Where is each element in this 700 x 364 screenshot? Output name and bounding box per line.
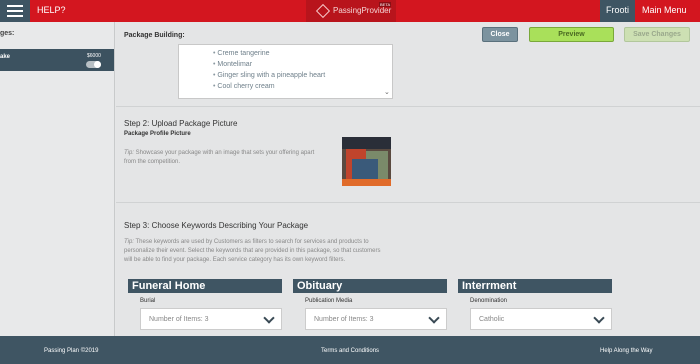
footer-copyright: Passing Plan ©2019 [44, 348, 99, 354]
list-item[interactable]: Ginger sling with a pineapple heart [213, 70, 392, 81]
footer: Passing Plan ©2019 Terms and Conditions … [0, 336, 700, 364]
preview-button[interactable]: Preview [529, 27, 614, 42]
step3-heading: Step 3: Choose Keywords Describing Your … [124, 221, 309, 230]
chevron-down-icon [428, 312, 440, 324]
tip-text: from the competition. [124, 159, 181, 165]
divider [116, 202, 700, 203]
save-changes-button[interactable]: Save Changes [624, 27, 690, 42]
select-value: Number of Items: 3 [149, 316, 209, 323]
field-label-burial: Burial [140, 298, 156, 304]
burial-select[interactable]: Number of Items: 3 [140, 308, 282, 330]
step3-tip: Tip: These keywords are used by Customer… [124, 238, 380, 265]
logo[interactable]: PassingProvider BETA [306, 0, 396, 22]
help-link[interactable]: HELP? [37, 5, 66, 15]
step2-subheading: Package Profile Picture [124, 131, 191, 137]
top-bar: HELP? PassingProvider BETA Frooti Main M… [0, 0, 700, 22]
chevron-down-icon [593, 312, 605, 324]
page-title: Package Building: [124, 32, 185, 39]
category-obituary: Obituary [293, 279, 447, 293]
tip-text: personalize their event. Select the keyw… [124, 248, 381, 254]
scroll-down-icon[interactable]: ⌄ [384, 88, 390, 96]
flavor-listbox[interactable]: Creme tangerine Montelimar Ginger sling … [178, 44, 393, 99]
publication-media-select[interactable]: Number of Items: 3 [305, 308, 447, 330]
list-item[interactable]: Cool cherry cream [213, 81, 392, 92]
tip-label: Tip: [124, 239, 134, 245]
tip-label: Tip: [124, 150, 134, 156]
denomination-select[interactable]: Catholic [470, 308, 612, 330]
list-item[interactable]: Montelimar [213, 59, 392, 70]
user-button[interactable]: Frooti [600, 0, 635, 22]
sidebar-package-item[interactable]: ake $6000 [0, 49, 114, 71]
main-content: Package Building: Close Preview Save Cha… [116, 22, 700, 336]
divider [116, 106, 700, 107]
close-button[interactable]: Close [482, 27, 518, 42]
step2-tip: Tip: Showcase your package with an image… [124, 149, 314, 167]
terms-link[interactable]: Terms and Conditions [321, 348, 379, 354]
sidebar: ges: ake $6000 [0, 22, 115, 336]
help-along-link[interactable]: Help Along the Way [600, 348, 652, 354]
package-toggle[interactable] [86, 61, 101, 68]
hamburger-menu-icon[interactable] [0, 0, 30, 22]
tip-text: Showcase your package with an image that… [133, 150, 315, 156]
field-label-publication-media: Publication Media [305, 298, 353, 304]
sidebar-title: ges: [0, 30, 15, 37]
beta-badge: BETA [379, 2, 392, 7]
select-value: Catholic [479, 316, 505, 323]
select-value: Number of Items: 3 [314, 316, 374, 323]
heart-logo-icon [315, 3, 331, 19]
package-profile-picture[interactable] [342, 137, 391, 186]
package-price: $6000 [87, 53, 101, 59]
list-item[interactable]: Creme tangerine [213, 48, 392, 59]
field-label-denomination: Denomination [470, 298, 508, 304]
package-name: ake [0, 54, 11, 60]
tip-text: will be able to find your package. Each … [124, 257, 346, 263]
main-menu-button[interactable]: Main Menu [635, 0, 700, 22]
logo-text: PassingProvider [333, 6, 392, 15]
category-interrment: Interrment [458, 279, 612, 293]
chevron-down-icon [263, 312, 275, 324]
category-funeral-home: Funeral Home [128, 279, 282, 293]
step2-heading: Step 2: Upload Package Picture [124, 119, 238, 128]
tip-text: These keywords are used by Customers as … [133, 239, 369, 245]
